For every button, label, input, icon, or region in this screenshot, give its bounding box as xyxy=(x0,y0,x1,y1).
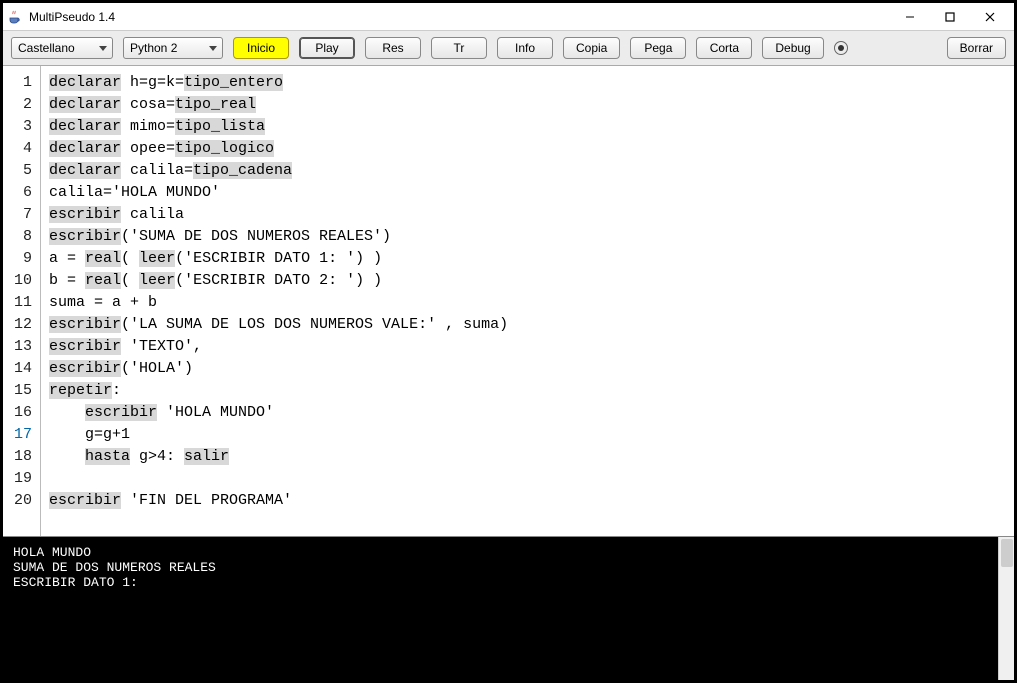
window-title: MultiPseudo 1.4 xyxy=(29,10,890,24)
code-line[interactable]: b = real( leer('ESCRIBIR DATO 2: ') ) xyxy=(49,270,1014,292)
code-line[interactable]: declarar opee=tipo_logico xyxy=(49,138,1014,160)
line-number: 7 xyxy=(3,204,40,226)
line-number: 17 xyxy=(3,424,40,446)
debug-button[interactable]: Debug xyxy=(762,37,823,59)
code-line[interactable]: declarar h=g=k=tipo_entero xyxy=(49,72,1014,94)
code-line[interactable]: declarar mimo=tipo_lista xyxy=(49,116,1014,138)
code-line[interactable]: repetir: xyxy=(49,380,1014,402)
close-button[interactable] xyxy=(970,3,1010,31)
line-number: 11 xyxy=(3,292,40,314)
console-scrollbar[interactable] xyxy=(998,537,1014,680)
minimize-button[interactable] xyxy=(890,3,930,31)
code-line[interactable]: calila='HOLA MUNDO' xyxy=(49,182,1014,204)
code-line[interactable]: escribir 'FIN DEL PROGRAMA' xyxy=(49,490,1014,512)
pega-button[interactable]: Pega xyxy=(630,37,686,59)
scrollbar-thumb[interactable] xyxy=(1001,539,1013,567)
line-number: 19 xyxy=(3,468,40,490)
tr-button[interactable]: Tr xyxy=(431,37,487,59)
code-line[interactable]: escribir 'TEXTO', xyxy=(49,336,1014,358)
line-number: 3 xyxy=(3,116,40,138)
maximize-button[interactable] xyxy=(930,3,970,31)
inicio-button[interactable]: Inicio xyxy=(233,37,289,59)
line-number: 15 xyxy=(3,380,40,402)
line-number: 20 xyxy=(3,490,40,512)
code-line[interactable]: a = real( leer('ESCRIBIR DATO 1: ') ) xyxy=(49,248,1014,270)
code-content[interactable]: declarar h=g=k=tipo_enterodeclarar cosa=… xyxy=(41,66,1014,536)
code-line[interactable]: declarar calila=tipo_cadena xyxy=(49,160,1014,182)
res-button[interactable]: Res xyxy=(365,37,421,59)
line-number: 16 xyxy=(3,402,40,424)
line-number: 10 xyxy=(3,270,40,292)
line-number: 13 xyxy=(3,336,40,358)
code-line[interactable]: declarar cosa=tipo_real xyxy=(49,94,1014,116)
corta-button[interactable]: Corta xyxy=(696,37,752,59)
borrar-button[interactable]: Borrar xyxy=(947,37,1006,59)
console-output[interactable]: HOLA MUNDO SUMA DE DOS NUMEROS REALES ES… xyxy=(3,537,998,680)
code-line[interactable]: g=g+1 xyxy=(49,424,1014,446)
code-line[interactable]: escribir 'HOLA MUNDO' xyxy=(49,402,1014,424)
line-number: 8 xyxy=(3,226,40,248)
code-line[interactable] xyxy=(49,468,1014,490)
console-panel: HOLA MUNDO SUMA DE DOS NUMEROS REALES ES… xyxy=(3,536,1014,680)
app-window: MultiPseudo 1.4 Castellano Python 2 Inic… xyxy=(0,0,1017,683)
line-number: 12 xyxy=(3,314,40,336)
language-select[interactable]: Castellano xyxy=(11,37,113,59)
line-number-gutter: 1234567891011121314151617181920 xyxy=(3,66,41,536)
play-button[interactable]: Play xyxy=(299,37,355,59)
line-number: 14 xyxy=(3,358,40,380)
code-line[interactable]: escribir('HOLA') xyxy=(49,358,1014,380)
line-number: 18 xyxy=(3,446,40,468)
copia-button[interactable]: Copia xyxy=(563,37,620,59)
java-cup-icon xyxy=(7,9,23,25)
code-line[interactable]: escribir calila xyxy=(49,204,1014,226)
info-button[interactable]: Info xyxy=(497,37,553,59)
toolbar: Castellano Python 2 Inicio Play Res Tr I… xyxy=(3,31,1014,66)
code-line[interactable]: escribir('LA SUMA DE LOS DOS NUMEROS VAL… xyxy=(49,314,1014,336)
line-number: 2 xyxy=(3,94,40,116)
line-number: 6 xyxy=(3,182,40,204)
code-line[interactable]: escribir('SUMA DE DOS NUMEROS REALES') xyxy=(49,226,1014,248)
python-version-select[interactable]: Python 2 xyxy=(123,37,223,59)
debug-radio[interactable] xyxy=(834,41,848,55)
line-number: 9 xyxy=(3,248,40,270)
titlebar: MultiPseudo 1.4 xyxy=(3,3,1014,31)
line-number: 1 xyxy=(3,72,40,94)
code-line[interactable]: hasta g>4: salir xyxy=(49,446,1014,468)
line-number: 5 xyxy=(3,160,40,182)
code-line[interactable]: suma = a + b xyxy=(49,292,1014,314)
editor[interactable]: 1234567891011121314151617181920 declarar… xyxy=(3,66,1014,536)
line-number: 4 xyxy=(3,138,40,160)
